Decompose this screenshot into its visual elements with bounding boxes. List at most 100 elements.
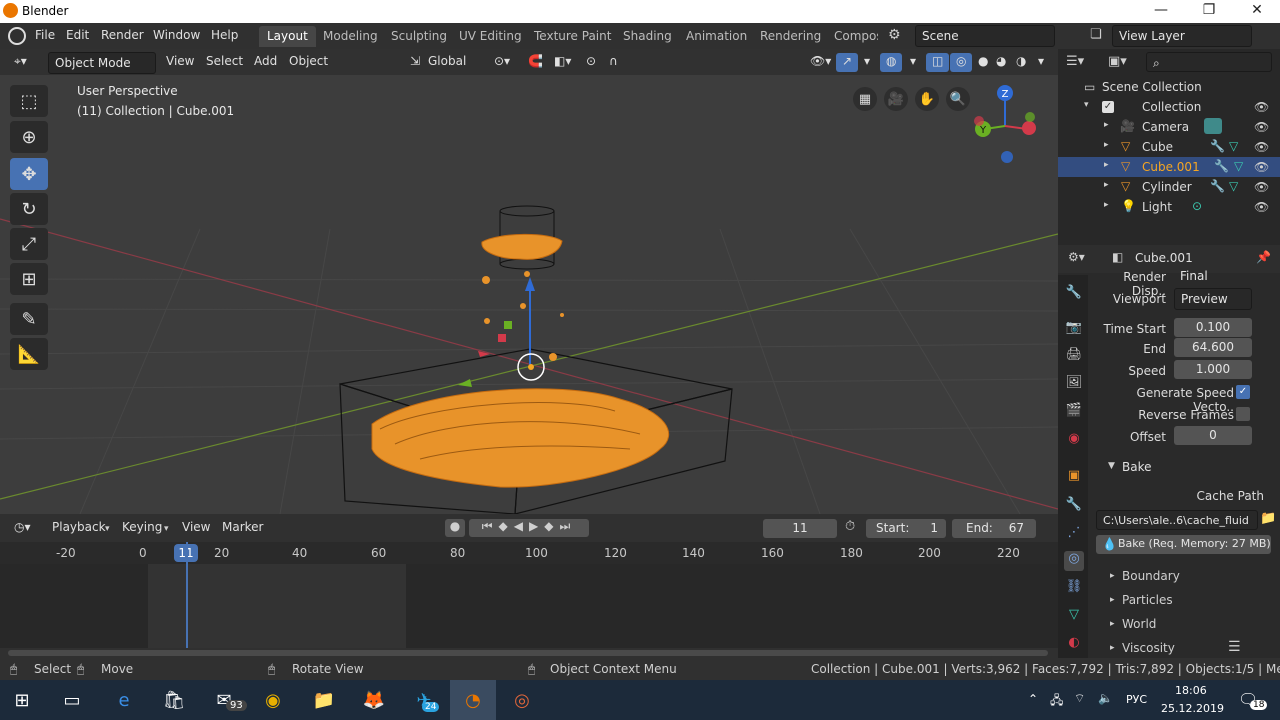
falloff-icon[interactable]: ∩ [603, 53, 624, 72]
viewport-menu-add[interactable]: Add [248, 53, 283, 72]
current-frame-field[interactable]: 11 [763, 519, 837, 538]
timeline-menu-playback[interactable]: Playback [46, 519, 112, 538]
outliner-editor-type-icon[interactable]: ☰▾ [1066, 54, 1084, 69]
playhead-line[interactable] [186, 542, 188, 648]
reverse-frames-checkbox[interactable] [1236, 407, 1250, 421]
wireframe-shading-icon[interactable]: ◎ [950, 53, 973, 72]
cursor-tool-icon[interactable]: ⊕ [10, 121, 48, 153]
stopwatch-icon[interactable]: ⏱ [845, 519, 855, 534]
render-tab-icon[interactable]: 📷 [1064, 320, 1084, 340]
menu-window[interactable]: Window [153, 28, 200, 42]
eye-icon[interactable]: 👁 [1254, 200, 1269, 214]
record-icon[interactable]: ● [445, 519, 465, 537]
viewport-menu-select[interactable]: Select [200, 53, 249, 72]
viewport-display-select[interactable]: Preview [1174, 288, 1252, 310]
display-mode-icon[interactable]: ▣▾ [1108, 54, 1127, 69]
overlay-dropdown-icon[interactable]: ▾ [904, 53, 922, 72]
tab-uv-editing[interactable]: UV Editing [451, 26, 530, 47]
eye-icon[interactable]: 👁 [1254, 100, 1269, 114]
view-layer-icon[interactable]: ❏ [1090, 27, 1102, 42]
particles-section-header[interactable]: Particles [1122, 593, 1173, 607]
firefox-icon[interactable]: 🦊 [358, 686, 390, 714]
blender-menu-icon[interactable] [8, 27, 26, 45]
viewport-menu-object[interactable]: Object [283, 53, 334, 72]
timeline-scrollbar[interactable] [8, 650, 1048, 656]
physics-tab-icon[interactable]: ◎ [1064, 551, 1084, 571]
annotate-tool-icon[interactable]: ✎ [10, 303, 48, 335]
outliner-row-cylinder[interactable]: ▸ ▽ Cylinder 🔧 ▽ 👁 [1058, 177, 1280, 197]
boundary-section-header[interactable]: Boundary [1122, 569, 1180, 583]
expand-icon[interactable]: ▾ [1084, 100, 1089, 110]
timeline-menu-view[interactable]: View [176, 519, 216, 538]
outliner-row-cube[interactable]: ▸ ▽ Cube 🔧 ▽ 👁 [1058, 137, 1280, 157]
camera-view-icon[interactable]: 🎥 [884, 87, 908, 111]
eye-icon[interactable]: 👁 [1254, 140, 1269, 154]
scene-field[interactable]: Scene [915, 25, 1055, 47]
task-view-icon[interactable]: ▭ [56, 686, 88, 714]
camera-grid-icon[interactable]: ▦ [853, 87, 877, 111]
volume-icon[interactable]: 🔈 [1098, 691, 1113, 705]
overlay-toggle-icon[interactable]: ◍ [880, 53, 903, 72]
end-frame-field[interactable]: End: 67 [952, 519, 1036, 538]
world-tab-icon[interactable]: ◉ [1064, 431, 1084, 451]
tray-chevron-icon[interactable]: ⌃ [1028, 692, 1038, 706]
outliner-row-cube-001[interactable]: ▸ ▽ Cube.001 🔧 ▽ 👁 [1058, 157, 1280, 177]
tool-tab-icon[interactable]: 🔧 [1064, 285, 1084, 305]
modifier-tab-icon[interactable]: 🔧 [1064, 497, 1084, 517]
rotate-tool-icon[interactable]: ↻ [10, 193, 48, 225]
scene-icon[interactable]: ⚙ [888, 27, 901, 43]
menu-edit[interactable]: Edit [66, 28, 89, 42]
viewport-menu-view[interactable]: View [160, 53, 200, 72]
clock-time[interactable]: 18:06 [1175, 684, 1207, 697]
move-tool-icon[interactable]: ✥ [10, 158, 48, 190]
snap-target-icon[interactable]: ◧▾ [548, 53, 577, 72]
viscosity-section-header[interactable]: Viscosity [1122, 641, 1175, 655]
material-tab-icon[interactable]: ◐ [1064, 635, 1084, 655]
scene-tab-icon[interactable]: 🎬 [1064, 403, 1084, 423]
view-layer-tab-icon[interactable]: 🖼 [1064, 375, 1084, 395]
timeline-editor-type-icon[interactable]: ◷▾ [8, 519, 37, 538]
cache-path-input[interactable]: C:\Users\ale..6\cache_fluid [1096, 510, 1258, 530]
tab-layout[interactable]: Layout [259, 26, 316, 47]
explorer-icon[interactable]: 📁 [308, 686, 340, 714]
transform-tool-icon[interactable]: ⊞ [10, 263, 48, 295]
menu-render[interactable]: Render [101, 28, 144, 42]
generate-speed-checkbox[interactable]: ✓ [1236, 385, 1250, 399]
speed-field[interactable]: 1.000 [1174, 360, 1252, 379]
maximize-icon[interactable]: ❐ [1194, 2, 1224, 18]
render-display-select[interactable]: Final [1174, 269, 1252, 283]
timeline-ruler[interactable]: -20 0 11 20 40 60 80 100 120 140 160 180… [0, 542, 1058, 564]
timeline-menu-marker[interactable]: Marker [216, 519, 269, 538]
pin-icon[interactable]: 📌 [1256, 250, 1271, 264]
chrome-icon[interactable]: ◉ [257, 686, 289, 714]
properties-editor-type-icon[interactable]: ⚙▾ [1068, 250, 1085, 264]
language-indicator[interactable]: РУС [1126, 693, 1147, 706]
collection-checkbox[interactable]: ✓ [1102, 101, 1114, 113]
data-tab-icon[interactable]: ▽ [1064, 607, 1084, 627]
playback-controls-icon[interactable]: ⏮◆◀▶◆⏭ [469, 519, 589, 537]
eye-icon[interactable]: 👁 [1254, 180, 1269, 194]
gizmo-toggle-icon[interactable]: ↗ [836, 53, 859, 72]
visibility-icon[interactable]: 👁▾ [804, 53, 837, 72]
menu-file[interactable]: File [35, 28, 55, 42]
network-icon[interactable]: 🖧 [1050, 691, 1063, 712]
constraints-tab-icon[interactable]: ⛓ [1064, 579, 1084, 599]
tab-compositing[interactable]: Compos [826, 26, 878, 47]
orientation-select[interactable]: Global [422, 53, 472, 72]
gizmo-dropdown-icon[interactable]: ▾ [858, 53, 876, 72]
bake-section-header[interactable]: Bake [1122, 460, 1152, 474]
time-end-field[interactable]: 64.600 [1174, 338, 1252, 357]
outliner-row-camera[interactable]: ▸ 🎥 Camera 👁 [1058, 117, 1280, 137]
world-section-header[interactable]: World [1122, 617, 1156, 631]
edge-icon[interactable]: e [108, 686, 140, 714]
clock-date[interactable]: 25.12.2019 [1161, 702, 1224, 715]
store-icon[interactable]: 🛍 [158, 686, 190, 714]
select-box-tool-icon[interactable]: ⬚ [10, 85, 48, 117]
outliner-row-light[interactable]: ▸ 💡 Light ⊙ 👁 [1058, 197, 1280, 217]
editor-type-icon[interactable]: ⌖▾ [8, 53, 33, 72]
pan-hand-icon[interactable]: ✋ [915, 87, 939, 111]
outliner-search-input[interactable]: ⌕ [1146, 52, 1272, 72]
tab-animation[interactable]: Animation [678, 26, 755, 47]
object-tab-icon[interactable]: ▣ [1064, 468, 1084, 488]
minimize-icon[interactable]: — [1146, 2, 1176, 18]
